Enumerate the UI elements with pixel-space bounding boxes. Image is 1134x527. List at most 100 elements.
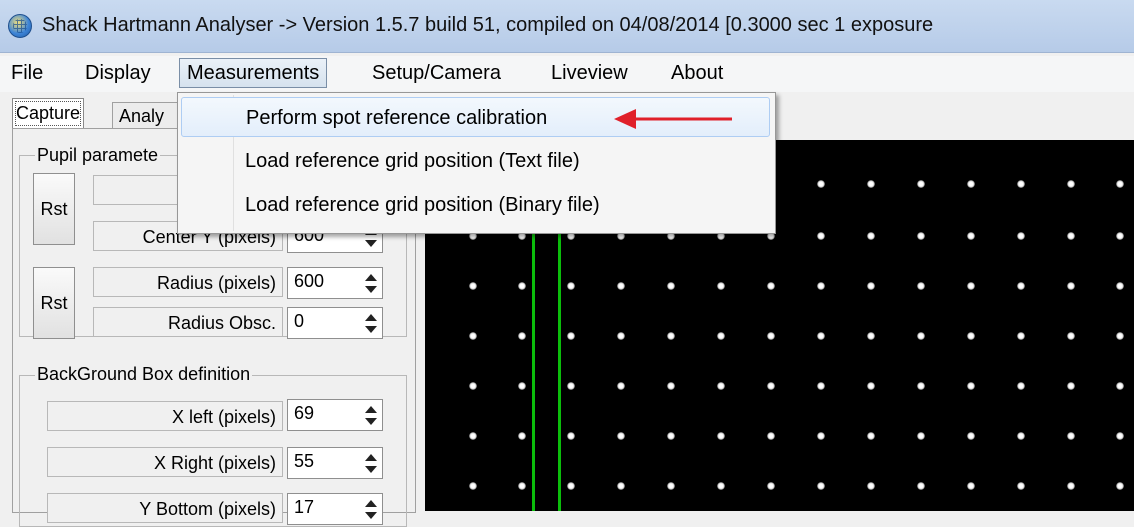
spin-down-icon[interactable] xyxy=(362,323,380,335)
menu-liveview[interactable]: Liveview xyxy=(544,58,635,88)
reset-radius-button[interactable]: Rst xyxy=(33,267,75,339)
wavefront-spot xyxy=(767,482,775,490)
wavefront-spot xyxy=(817,232,825,240)
tab-analysis[interactable]: Analy xyxy=(112,102,186,129)
wavefront-spot xyxy=(867,282,875,290)
radius-label: Radius (pixels) xyxy=(93,267,283,297)
wavefront-spot xyxy=(567,382,575,390)
wavefront-spot xyxy=(767,332,775,340)
wavefront-spot xyxy=(717,382,725,390)
radius-obsc-label: Radius Obsc. xyxy=(93,307,283,337)
wavefront-spot xyxy=(1116,482,1124,490)
wavefront-spot xyxy=(469,432,477,440)
wavefront-spot xyxy=(817,432,825,440)
wavefront-spot xyxy=(1116,432,1124,440)
wavefront-spot xyxy=(917,432,925,440)
menu-item-load-grid-binary[interactable]: Load reference grid position (Binary fil… xyxy=(181,185,770,225)
menu-file[interactable]: File xyxy=(4,58,50,88)
wavefront-spot xyxy=(967,282,975,290)
wavefront-spot xyxy=(1017,180,1025,188)
y-bottom-label: Y Bottom (pixels) xyxy=(47,493,283,523)
wavefront-spot xyxy=(1116,232,1124,240)
wavefront-spot xyxy=(717,282,725,290)
wavefront-spot xyxy=(518,332,526,340)
spin-up-icon[interactable] xyxy=(362,311,380,323)
wavefront-spot xyxy=(567,282,575,290)
menu-display[interactable]: Display xyxy=(78,58,158,88)
spin-up-icon[interactable] xyxy=(362,497,380,509)
wavefront-spot xyxy=(917,180,925,188)
y-bottom-spinner[interactable]: 17 xyxy=(287,493,383,525)
x-right-value: 55 xyxy=(294,451,315,471)
wavefront-spot xyxy=(617,482,625,490)
reset-center-button[interactable]: Rst xyxy=(33,173,75,245)
radius-value: 600 xyxy=(294,271,325,291)
wavefront-spot xyxy=(1017,232,1025,240)
wavefront-spot xyxy=(667,482,675,490)
wavefront-spot xyxy=(1067,382,1075,390)
wavefront-spot xyxy=(567,482,575,490)
radius-obsc-spinner[interactable]: 0 xyxy=(287,307,383,339)
wavefront-spot xyxy=(667,382,675,390)
wavefront-spot xyxy=(1017,332,1025,340)
wavefront-spot xyxy=(667,332,675,340)
wavefront-spot xyxy=(817,332,825,340)
wavefront-spot xyxy=(917,382,925,390)
wavefront-spot xyxy=(1017,282,1025,290)
annotation-arrow-icon xyxy=(614,109,732,129)
wavefront-spot xyxy=(767,382,775,390)
wavefront-spot xyxy=(1067,432,1075,440)
wavefront-spot xyxy=(518,432,526,440)
wavefront-spot xyxy=(867,482,875,490)
menu-item-load-grid-text[interactable]: Load reference grid position (Text file) xyxy=(181,141,770,181)
title-bar: Shack Hartmann Analyser -> Version 1.5.7… xyxy=(0,0,1134,53)
background-box-legend: BackGround Box definition xyxy=(35,364,253,385)
wavefront-spot xyxy=(1067,180,1075,188)
spin-up-icon[interactable] xyxy=(362,451,380,463)
spin-down-icon[interactable] xyxy=(362,415,380,427)
x-left-label: X left (pixels) xyxy=(47,401,283,431)
wavefront-spot xyxy=(1017,482,1025,490)
wavefront-spot xyxy=(617,382,625,390)
wavefront-spot xyxy=(567,332,575,340)
wavefront-spot xyxy=(867,432,875,440)
wavefront-spot xyxy=(518,282,526,290)
wavefront-spot xyxy=(967,180,975,188)
wavefront-spot xyxy=(469,282,477,290)
x-right-spinner[interactable]: 55 xyxy=(287,447,383,479)
app-icon xyxy=(8,14,32,38)
spin-up-icon[interactable] xyxy=(362,271,380,283)
wavefront-spot xyxy=(667,282,675,290)
wavefront-spot xyxy=(667,432,675,440)
tab-capture[interactable]: Capture xyxy=(12,98,85,129)
wavefront-spot xyxy=(767,432,775,440)
menu-bar: File Display Measurements Setup/Camera L… xyxy=(0,56,1134,92)
x-left-value: 69 xyxy=(294,403,315,423)
menu-about[interactable]: About xyxy=(664,58,730,88)
wavefront-spot xyxy=(917,232,925,240)
x-left-spinner[interactable]: 69 xyxy=(287,399,383,431)
wavefront-spot xyxy=(1067,332,1075,340)
wavefront-spot xyxy=(567,432,575,440)
wavefront-spot xyxy=(518,482,526,490)
wavefront-spot xyxy=(717,332,725,340)
spin-down-icon[interactable] xyxy=(362,283,380,295)
spin-down-icon[interactable] xyxy=(362,463,380,475)
wavefront-spot xyxy=(867,332,875,340)
spin-down-icon[interactable] xyxy=(362,237,380,249)
menu-setup-camera[interactable]: Setup/Camera xyxy=(365,58,508,88)
pupil-parameters-legend: Pupil paramete xyxy=(35,145,161,166)
wavefront-spot xyxy=(817,180,825,188)
wavefront-spot xyxy=(867,180,875,188)
wavefront-spot xyxy=(1017,432,1025,440)
wavefront-spot xyxy=(1067,232,1075,240)
wavefront-spot xyxy=(617,282,625,290)
radius-spinner[interactable]: 600 xyxy=(287,267,383,299)
spin-up-icon[interactable] xyxy=(362,403,380,415)
wavefront-spot xyxy=(817,382,825,390)
wavefront-spot xyxy=(617,432,625,440)
wavefront-spot xyxy=(917,482,925,490)
menu-measurements[interactable]: Measurements xyxy=(179,58,328,88)
wavefront-spot xyxy=(1116,382,1124,390)
wavefront-spot xyxy=(469,482,477,490)
